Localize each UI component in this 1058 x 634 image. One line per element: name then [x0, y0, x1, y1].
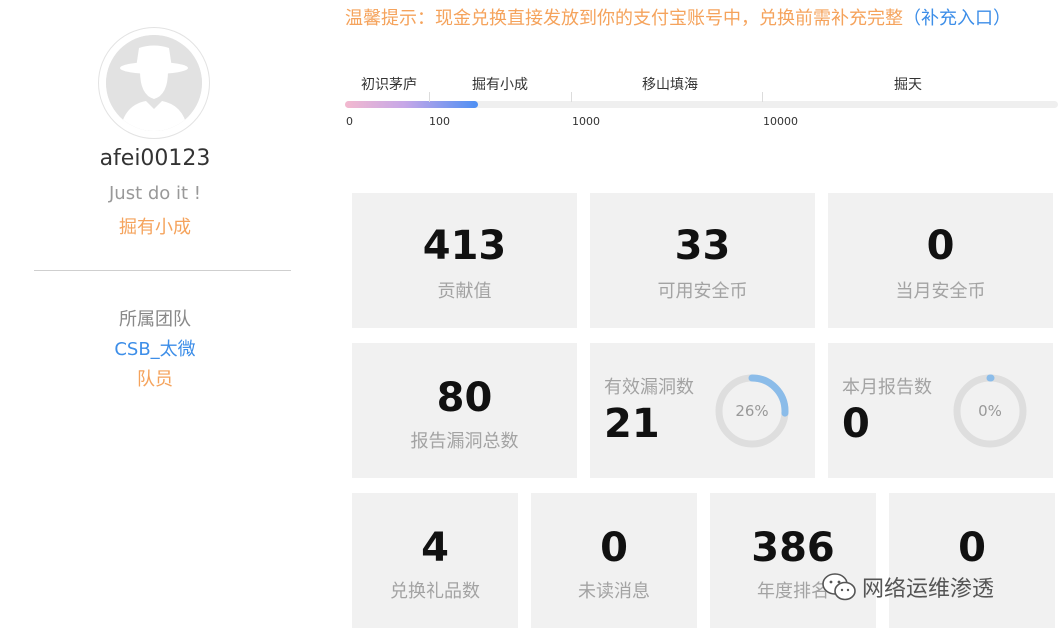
level-tick: [762, 92, 763, 102]
contribution-card: 413 贡献值: [352, 193, 577, 328]
exchange-notice: 温馨提示：现金兑换直接发放到你的支付宝账号中，兑换前需补充完整（补充入口）: [345, 4, 1011, 30]
valid-vulns-label: 有效漏洞数: [604, 377, 694, 398]
gifts-value: 4: [421, 525, 449, 571]
total-reports-card: 80 报告漏洞总数: [352, 343, 577, 478]
level-name-1: 初识茅庐: [361, 77, 417, 93]
month-reports-label: 本月报告数: [842, 377, 932, 398]
divider: [34, 270, 291, 271]
total-reports-value: 80: [436, 375, 493, 421]
available-coins-label: 可用安全币: [657, 281, 748, 302]
level-threshold-0: 0: [346, 115, 353, 128]
team-name-link[interactable]: CSB_太微: [0, 335, 310, 361]
team-role: 队员: [137, 369, 173, 390]
available-coins-value: 33: [674, 223, 731, 269]
level-tick: [429, 92, 430, 102]
month-reports-value: 0: [842, 401, 870, 447]
notice-text: 温馨提示：现金兑换直接发放到你的支付宝账号中，兑换前需补充完整: [345, 8, 903, 29]
contribution-value: 413: [422, 223, 507, 269]
level-threshold-10000: 10000: [763, 115, 798, 128]
unread-label: 未读消息: [578, 581, 650, 602]
gifts-card: 4 兑换礼品数: [352, 493, 518, 628]
level-progress: 初识茅庐 掘有小成 移山填海 掘天 0 100 1000 10000: [345, 70, 1058, 140]
level-name-4: 掘天: [894, 77, 922, 93]
gifts-label: 兑换礼品数: [390, 581, 480, 602]
user-motto: Just do it !: [108, 183, 202, 204]
level-threshold-1000: 1000: [572, 115, 600, 128]
username: afei00123: [99, 146, 211, 171]
month-coins-value: 0: [926, 223, 955, 269]
supplement-entry-link[interactable]: （补充入口）: [903, 8, 1011, 29]
last-stat-card: 0: [889, 493, 1055, 628]
default-avatar-icon: [106, 35, 202, 131]
total-reports-label: 报告漏洞总数: [410, 431, 519, 452]
available-coins-card: 33 可用安全币: [590, 193, 815, 328]
month-reports-card: 本月报告数 0 0%: [828, 343, 1053, 478]
level-name-3: 移山填海: [642, 77, 698, 93]
watermark: 网络运维渗透: [822, 570, 994, 604]
month-coins-label: 当月安全币: [895, 281, 986, 302]
watermark-text: 网络运维渗透: [862, 577, 995, 602]
profile-panel: afei00123 Just do it ! 掘有小成 所属团队 CSB_太微 …: [0, 0, 320, 634]
last-stat-value: 0: [958, 525, 986, 571]
annual-rank-value: 386: [751, 525, 835, 571]
unread-card: 0 未读消息: [531, 493, 697, 628]
annual-rank-card: 386 年度排名: [710, 493, 876, 628]
level-threshold-100: 100: [429, 115, 450, 128]
user-level: 掘有小成: [119, 217, 191, 238]
valid-vulns-percent: 26%: [735, 402, 769, 420]
level-name-2: 掘有小成: [472, 77, 528, 93]
month-coins-card: 0 当月安全币: [828, 193, 1053, 328]
valid-vulns-value: 21: [604, 401, 660, 447]
avatar[interactable]: [98, 27, 210, 139]
wechat-icon: [822, 573, 856, 601]
contribution-label: 贡献值: [437, 281, 492, 302]
team-label: 所属团队: [119, 309, 191, 330]
level-progress-fill: [345, 101, 478, 108]
valid-vulns-card: 有效漏洞数 21 26%: [590, 343, 815, 478]
month-reports-percent: 0%: [978, 402, 1002, 420]
level-tick: [571, 92, 572, 102]
unread-value: 0: [600, 525, 628, 571]
